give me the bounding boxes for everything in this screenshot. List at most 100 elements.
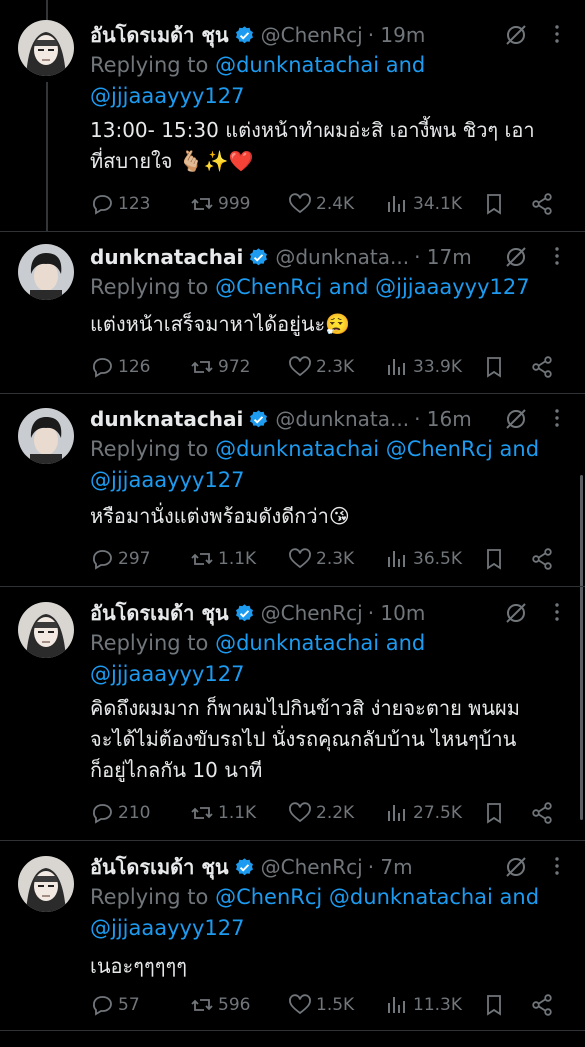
mention-link[interactable]: @ChenRcj @dunknatachai and [215, 885, 539, 909]
bookmark-icon[interactable] [482, 355, 506, 379]
repost-icon [191, 999, 213, 1011]
reply-button[interactable]: 57 [90, 991, 140, 1019]
repost-button[interactable]: 999 [190, 190, 250, 218]
mention-link[interactable]: @dunknatachai and [215, 631, 425, 655]
bookmark-icon[interactable] [482, 801, 506, 825]
mention-link[interactable]: @dunknatachai @ChenRcj and [215, 437, 539, 461]
repost-count: 1.1K [218, 549, 257, 569]
tweet-text-line: แต่งหน้าเสร็จมาหาได้อยู่นะ😮‍💨 [90, 312, 351, 336]
repost-button[interactable]: 1.1K [190, 799, 256, 827]
heart-icon [289, 193, 311, 214]
more-options-icon[interactable] [545, 244, 569, 268]
author-name[interactable]: อันโดรเมด้า ชุน [90, 851, 229, 883]
tweet[interactable]: dunknatachai @dunknata... · 17m Replying… [0, 240, 585, 400]
bookmark-icon[interactable] [482, 547, 506, 571]
avatar-chenrcj[interactable] [18, 602, 74, 658]
replying-to: Replying to @ChenRcj and @jjjaaayyy127 [90, 272, 560, 303]
author-name[interactable]: dunknatachai [90, 245, 243, 269]
like-count: 2.3K [316, 549, 355, 569]
views-icon [388, 551, 405, 567]
like-button[interactable]: 2.2K [288, 799, 354, 827]
grok-icon[interactable] [504, 407, 528, 431]
share-icon[interactable] [530, 801, 554, 825]
repost-count: 596 [218, 995, 251, 1015]
heart-icon [289, 802, 311, 823]
avatar-chenrcj[interactable] [18, 20, 74, 76]
reply-button[interactable]: 297 [90, 545, 150, 573]
grok-icon[interactable] [504, 23, 528, 47]
views-button[interactable]: 33.9K [385, 353, 462, 381]
reply-button[interactable]: 126 [90, 353, 150, 381]
author-handle[interactable]: @dunknata... [275, 245, 409, 269]
tweet-text-line: ที่สบายใจ 🫰🏼✨❤️ [90, 149, 254, 173]
divider [0, 393, 585, 394]
author-handle[interactable]: @ChenRcj [261, 23, 363, 47]
views-button[interactable]: 34.1K [385, 190, 462, 218]
author-handle[interactable]: @ChenRcj [261, 601, 363, 625]
more-options-icon[interactable] [545, 406, 569, 430]
more-options-icon[interactable] [545, 600, 569, 624]
replying-to: Replying to @dunknatachai and @jjjaaayyy… [90, 628, 560, 690]
tweet[interactable]: อันโดรเมด้า ชุน @ChenRcj · 7m Replying t… [0, 850, 585, 1040]
repost-button[interactable]: 972 [190, 353, 250, 381]
tweet-text: แต่งหน้าเสร็จมาหาได้อยู่นะ😮‍💨 [90, 309, 570, 340]
repost-button[interactable]: 596 [190, 991, 250, 1019]
verified-badge-icon [235, 857, 253, 875]
like-button[interactable]: 2.4K [288, 190, 354, 218]
repost-button[interactable]: 1.1K [190, 545, 256, 573]
timestamp[interactable]: · 10m [368, 601, 426, 625]
share-icon[interactable] [530, 547, 554, 571]
tweet-text-line: เนอะๆๆๆๆๆ [90, 954, 187, 978]
more-options-icon[interactable] [545, 22, 569, 46]
author-name[interactable]: dunknatachai [90, 407, 243, 431]
mention-link[interactable]: @ChenRcj and @jjjaaayyy127 [215, 275, 530, 299]
reply-button[interactable]: 210 [90, 799, 150, 827]
author-name[interactable]: อันโดรเมด้า ชุน [90, 597, 229, 629]
reply-icon [93, 996, 112, 1016]
timestamp[interactable]: · 17m [414, 245, 472, 269]
timestamp[interactable]: · 19m [368, 23, 426, 47]
share-icon[interactable] [530, 355, 554, 379]
tweet-text: 13:00- 15:30 แต่งหน้าทำผมอ่ะสิ เอางี้พน … [90, 115, 570, 177]
tweet-text-line: คิดถึงผมมาก ก็พาผมไปกินข้าวสิ ง่ายจะตาย … [90, 696, 520, 720]
reply-button[interactable]: 123 [90, 190, 150, 218]
reply-icon [93, 804, 112, 824]
mention-link[interactable]: @dunknatachai and [215, 53, 425, 77]
author-handle[interactable]: @dunknata... [275, 407, 409, 431]
bookmark-icon[interactable] [482, 192, 506, 216]
replying-to: Replying to @ChenRcj @dunknatachai and @… [90, 882, 560, 944]
mention-link[interactable]: @jjjaaayyy127 [90, 662, 244, 686]
bookmark-icon[interactable] [482, 993, 506, 1017]
grok-icon[interactable] [504, 601, 528, 625]
avatar-chenrcj[interactable] [18, 856, 74, 912]
like-button[interactable]: 2.3K [288, 353, 354, 381]
views-button[interactable]: 11.3K [385, 991, 462, 1019]
more-options-icon[interactable] [545, 854, 569, 878]
verified-badge-icon [250, 247, 268, 265]
like-button[interactable]: 2.3K [288, 545, 354, 573]
grok-icon[interactable] [504, 245, 528, 269]
author-name[interactable]: อันโดรเมด้า ชุน [90, 19, 229, 51]
tweet-text-line: ก็อยู่ไกลกัน 10 นาที [90, 758, 263, 782]
tweet[interactable]: dunknatachai @dunknata... · 16m Replying… [0, 402, 585, 582]
share-icon[interactable] [530, 993, 554, 1017]
grok-icon[interactable] [504, 855, 528, 879]
avatar-dunknatachai[interactable] [18, 244, 74, 300]
reply-count: 297 [118, 549, 151, 569]
tweet[interactable]: อันโดรเมด้า ชุน @ChenRcj · 10m Replying … [0, 596, 585, 836]
replying-to-label: Replying to [90, 631, 216, 655]
timestamp[interactable]: · 16m [414, 407, 472, 431]
repost-count: 1.1K [218, 803, 257, 823]
mention-link[interactable]: @jjjaaayyy127 [90, 916, 244, 940]
divider [0, 231, 585, 232]
like-button[interactable]: 1.5K [288, 991, 354, 1019]
avatar-dunknatachai[interactable] [18, 408, 74, 464]
author-handle[interactable]: @ChenRcj [261, 855, 363, 879]
views-button[interactable]: 27.5K [385, 799, 462, 827]
timestamp[interactable]: · 7m [368, 855, 413, 879]
views-button[interactable]: 36.5K [385, 545, 462, 573]
tweet[interactable]: อันโดรเมด้า ชุน @ChenRcj · 19m Replying … [0, 18, 585, 228]
mention-link[interactable]: @jjjaaayyy127 [90, 84, 244, 108]
mention-link[interactable]: @jjjaaayyy127 [90, 468, 244, 492]
share-icon[interactable] [530, 192, 554, 216]
